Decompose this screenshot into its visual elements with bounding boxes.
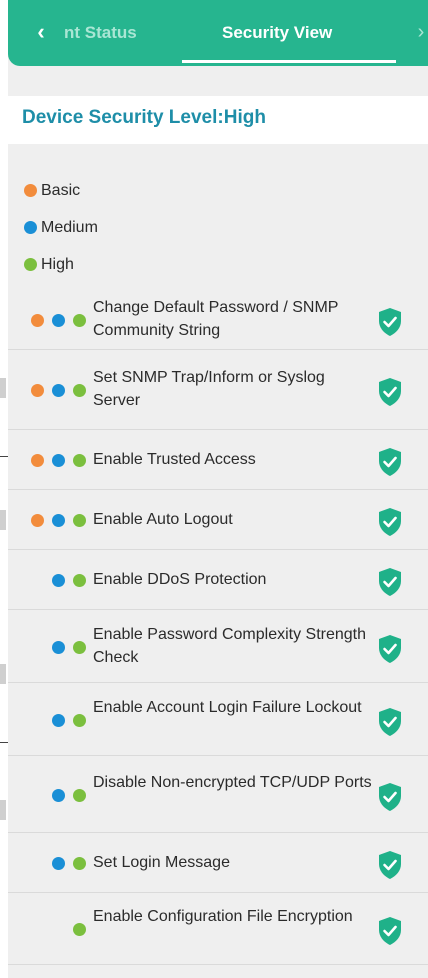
level-dots	[24, 574, 86, 588]
active-tab-indicator	[182, 60, 396, 63]
basic-dot-icon	[31, 384, 44, 397]
basic-dot-icon	[31, 314, 44, 327]
tab-security-view[interactable]: Security View	[222, 21, 332, 45]
high-dot-icon	[73, 640, 86, 654]
level-dots	[24, 857, 86, 871]
tab-status[interactable]: nt Status	[64, 21, 154, 45]
shield-check-icon	[379, 568, 401, 596]
edge-mark	[0, 800, 6, 820]
high-dot-icon	[73, 574, 86, 587]
level-dots	[24, 788, 86, 803]
legend: Basic Medium High	[24, 172, 98, 283]
medium-dot-icon	[52, 314, 65, 327]
checklist-item[interactable]: Set SNMP Trap/Inform or Syslog Server	[8, 350, 428, 430]
legend-item-medium: Medium	[24, 209, 98, 246]
high-dot-icon	[24, 258, 37, 271]
checklist-item-label: Change Default Password / SNMP Community…	[93, 299, 339, 339]
shield-check-icon	[379, 707, 401, 736]
edge-mark	[0, 378, 6, 398]
medium-dot-icon	[52, 713, 65, 727]
checklist-item[interactable]: Enable Auto Logout	[8, 490, 428, 550]
level-dots	[24, 514, 86, 528]
high-dot-icon	[73, 923, 86, 936]
checklist-item-label: Set Login Message	[93, 854, 230, 871]
checklist-item[interactable]: Enable Account Login Failure Lockout	[8, 683, 428, 756]
checklist-item[interactable]: Enable DDoS Protection	[8, 550, 428, 610]
level-dots	[24, 314, 86, 328]
level-dots	[24, 454, 86, 468]
medium-dot-icon	[52, 788, 65, 802]
checklist-item[interactable]: Disable Non-encrypted TCP/UDP Ports	[8, 756, 428, 833]
checklist-item[interactable]: Enable Trusted Access	[8, 430, 428, 490]
checklist-item-label: Enable DDoS Protection	[93, 571, 267, 588]
shield-check-icon	[379, 508, 401, 536]
medium-dot-icon	[52, 384, 65, 397]
level-dots	[24, 640, 86, 655]
basic-dot-icon	[31, 514, 44, 527]
high-dot-icon	[73, 857, 86, 870]
basic-dot-icon	[31, 454, 44, 467]
shield-check-icon	[379, 308, 401, 336]
checklist-item-label: Enable Password Complexity Strength Chec…	[93, 625, 367, 666]
legend-label: High	[41, 255, 74, 273]
edge-mark	[0, 742, 8, 743]
shield-check-icon	[379, 851, 401, 879]
high-dot-icon	[73, 514, 86, 527]
medium-dot-icon	[52, 574, 65, 587]
shield-check-icon	[379, 917, 401, 945]
high-dot-icon	[73, 314, 86, 327]
level-dots	[24, 713, 86, 728]
security-level-header: Device Security Level:High	[8, 96, 428, 144]
tab-bar: ‹ nt Status Security View ›	[8, 0, 428, 66]
high-dot-icon	[73, 384, 86, 397]
basic-dot-icon	[24, 184, 37, 197]
checklist-item-label: Disable Non-encrypted TCP/UDP Ports	[93, 773, 372, 791]
legend-item-basic: Basic	[24, 172, 98, 209]
chevron-right-icon[interactable]: ›	[412, 18, 428, 46]
level-dots	[24, 384, 86, 398]
checklist-item-label: Enable Configuration File Encryption	[93, 908, 353, 925]
checklist-item-label: Set SNMP Trap/Inform or Syslog Server	[93, 369, 325, 409]
chevron-left-icon[interactable]: ‹	[30, 18, 52, 46]
medium-dot-icon	[52, 454, 65, 467]
legend-item-high: High	[24, 246, 98, 283]
legend-label: Basic	[41, 181, 81, 199]
edge-mark	[0, 510, 6, 530]
legend-label: Medium	[41, 218, 98, 236]
checklist-item-label: Enable Trusted Access	[93, 451, 256, 468]
shield-check-icon	[379, 378, 401, 406]
checklist-item[interactable]: Enable Password Complexity Strength Chec…	[8, 610, 428, 683]
checklist-item[interactable]: Set Login Message	[8, 833, 428, 893]
edge-mark	[0, 664, 6, 684]
shield-check-icon	[379, 634, 401, 663]
edge-mark	[0, 456, 8, 457]
high-dot-icon	[73, 713, 86, 727]
medium-dot-icon	[52, 640, 65, 654]
medium-dot-icon	[52, 514, 65, 527]
high-dot-icon	[73, 454, 86, 467]
checklist-item-label: Enable Auto Logout	[93, 511, 233, 528]
level-dots	[24, 923, 86, 937]
page-title: Device Security Level:High	[22, 107, 266, 128]
shield-check-icon	[379, 448, 401, 476]
checklist-item-label: Enable Account Login Failure Lockout	[93, 698, 362, 716]
shield-check-icon	[379, 782, 401, 811]
medium-dot-icon	[24, 221, 37, 234]
medium-dot-icon	[52, 857, 65, 870]
high-dot-icon	[73, 788, 86, 802]
checklist-item[interactable]: Enable Configuration File Encryption	[8, 893, 428, 965]
checklist-item[interactable]: Change Default Password / SNMP Community…	[8, 290, 428, 350]
